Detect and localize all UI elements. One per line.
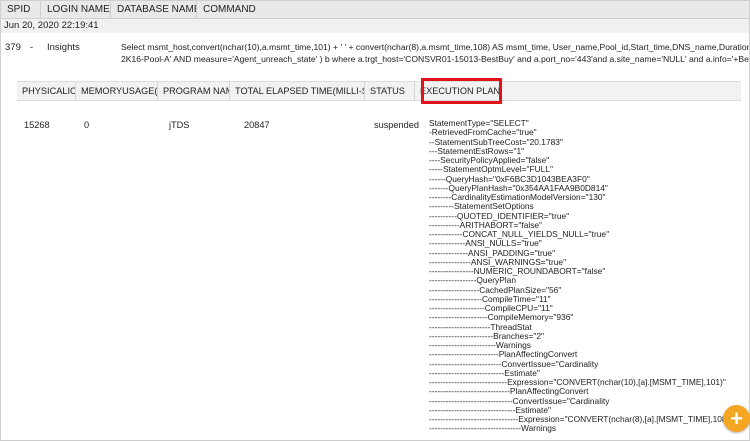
plan-line: ---------------------------------Warning… xyxy=(429,423,557,434)
row-spid: 379 xyxy=(5,42,21,53)
zoom-in-icon[interactable]: + xyxy=(723,405,750,432)
row-database: - xyxy=(30,42,34,53)
cell-memory-usage: 0 xyxy=(84,120,90,130)
column-memory-usage[interactable]: MEMORYUSAGE(KB) xyxy=(76,82,158,100)
column-total-elapsed-time[interactable]: TOTAL ELAPSED TIME(MILLI-SEC) xyxy=(230,82,365,100)
column-spid[interactable]: SPID xyxy=(1,1,41,18)
command-line-2: 2K16-Pool-A' AND measure='Agent_unreach_… xyxy=(121,54,749,64)
session-datetime: Jun 20, 2020 22:19:41 xyxy=(1,19,749,33)
cell-total-elapsed-time: 20847 xyxy=(244,120,270,130)
column-login-name[interactable]: LOGIN NAME xyxy=(41,1,111,18)
row-login-name: Insights xyxy=(47,42,80,53)
column-physicalio[interactable]: PHYSICALIO xyxy=(17,82,76,100)
command-line-1: Select msmt_host,convert(nchar(10),a.msm… xyxy=(121,42,749,52)
column-command[interactable]: COMMAND xyxy=(197,1,263,18)
cell-status: suspended xyxy=(374,120,419,130)
column-spacer xyxy=(502,82,741,100)
execution-plan-text: StatementType="SELECT" -RetrievedFromCach… xyxy=(429,119,749,442)
sessions-table-header: SPID LOGIN NAME DATABASE NAME COMMAND xyxy=(1,1,749,19)
cell-physicalio: 15268 xyxy=(24,120,50,130)
cell-program-name: jTDS xyxy=(169,120,190,130)
column-database-name[interactable]: DATABASE NAME xyxy=(111,1,197,18)
column-status[interactable]: STATUS xyxy=(365,82,415,100)
details-table-header: PHYSICALIO MEMORYUSAGE(KB) PROGRAM NAME … xyxy=(17,81,741,101)
row-command: Select msmt_host,convert(nchar(10),a.msm… xyxy=(121,41,749,67)
column-program-name[interactable]: PROGRAM NAME xyxy=(158,82,230,100)
column-execution-plan[interactable]: EXECUTION PLAN xyxy=(415,82,502,100)
